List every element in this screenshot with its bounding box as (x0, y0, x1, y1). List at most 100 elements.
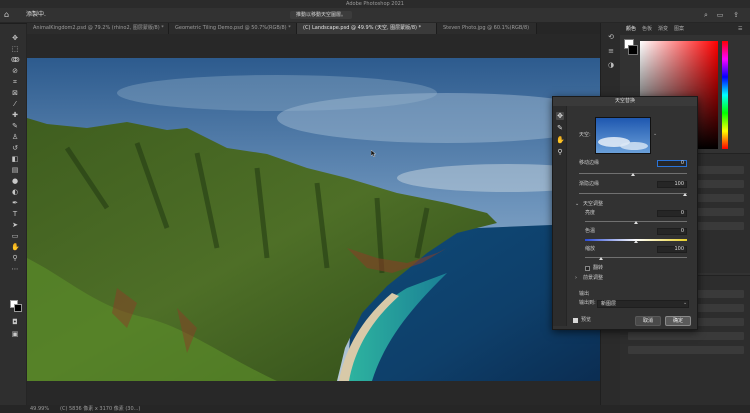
layer-row[interactable] (628, 332, 744, 340)
hue-slider[interactable] (722, 41, 728, 149)
brightness-slider[interactable] (634, 221, 638, 224)
photoshop-window: Adobe Photoshop 2021 ⌂ 添製中. 推動以移動天空圖層。 ⌕… (0, 0, 750, 413)
gradient-tool-icon[interactable]: ▤ (11, 166, 19, 174)
sky-preset-thumbnail[interactable] (595, 117, 651, 154)
screen-mode-icon[interactable]: ▣ (11, 330, 19, 338)
foreground-adjust-label[interactable]: 前景调整 (583, 275, 603, 282)
tab-patterns[interactable]: 图案 (674, 23, 684, 35)
cancel-button[interactable]: 取消 (635, 316, 661, 326)
flip-label: 翻转 (593, 265, 604, 271)
quick-mask-icon[interactable]: ◘ (11, 318, 19, 326)
lasso-tool-icon[interactable]: ↂ (11, 56, 20, 64)
app-title: Adobe Photoshop 2021 (346, 1, 404, 7)
hand-tool-icon[interactable]: ✋ (556, 136, 565, 144)
shift-edge-label: 移动边缘 (579, 160, 600, 166)
zoom-tool-icon[interactable]: ⚲ (11, 254, 19, 262)
type-tool-icon[interactable]: T (11, 210, 19, 218)
sky-preset-dropdown-icon[interactable]: ⌄ (653, 131, 657, 138)
tab-animalkingdom[interactable]: AnimalKingdom2.psd @ 79.2% (rhino2, 图层蒙版… (27, 23, 169, 34)
sky-brush-tool-icon[interactable]: ✎ (556, 124, 564, 132)
chevron-down-icon[interactable]: ⌄ (683, 300, 687, 307)
temperature-label: 色温 (585, 228, 596, 234)
adjustments-panel-icon[interactable]: ◑ (607, 61, 615, 69)
pen-tool-icon[interactable]: ✒ (11, 199, 19, 207)
color-panel-tabs: 颜色 色板 渐变 图案 ☰ (620, 23, 750, 35)
sky-label: 天空: (579, 132, 591, 138)
landscape-image[interactable] (27, 58, 600, 381)
sky-adjust-label[interactable]: 天空调整 (583, 201, 603, 208)
panel-menu-icon[interactable]: ☰ (738, 23, 742, 35)
document-info: (C) 5836 像素 x 3170 像素 (30...) (60, 406, 141, 412)
pointer-cursor-icon (371, 150, 376, 157)
brightness-field[interactable]: 0 (657, 210, 687, 217)
home-icon[interactable]: ⌂ (4, 11, 12, 19)
tab-steven-photo[interactable]: Steven Photo.jpg @ 60.1%(RGB/8) (437, 23, 537, 34)
hand-tool-icon[interactable]: ✋ (11, 243, 20, 251)
hint-message: 推動以移動天空圖層。 (290, 11, 353, 19)
fade-edge-label: 渐隐边缘 (579, 181, 600, 187)
search-icon[interactable]: ⌕ (702, 11, 710, 19)
dodge-tool-icon[interactable]: ◐ (11, 188, 19, 196)
move-tool-icon[interactable]: ✥ (11, 34, 19, 42)
zoom-level[interactable]: 49.99% (30, 405, 49, 413)
sky-replacement-dialog: 天空替换 ✥ ✎ ✋ ⚲ 天空: ⌄ 移动边缘 0 渐隐边缘 100 ⌄ 天空调… (552, 96, 698, 330)
tab-landscape[interactable]: (C) Landscape.psd @ 49.9% (天空, 图层蒙版/8) * (297, 23, 437, 34)
fade-edge-track[interactable] (579, 193, 687, 194)
dialog-tools: ✥ ✎ ✋ ⚲ (553, 106, 567, 326)
history-brush-tool-icon[interactable]: ↺ (11, 144, 19, 152)
share-icon[interactable]: ⇪ (732, 11, 740, 19)
options-status: 添製中. (26, 11, 46, 18)
panel-background-swatch[interactable] (628, 45, 638, 55)
ok-button[interactable]: 确定 (665, 316, 691, 326)
canvas-area[interactable] (27, 34, 600, 405)
crop-tool-icon[interactable]: ⌗ (11, 78, 19, 86)
background-color-swatch[interactable] (14, 304, 22, 312)
eyedropper-tool-icon[interactable]: ⁄ (11, 100, 19, 108)
temperature-field[interactable]: 0 (657, 228, 687, 235)
marquee-tool-icon[interactable]: ⬚ (11, 45, 19, 53)
scale-field[interactable]: 100 (657, 246, 687, 253)
preview-label: 预览 (581, 317, 592, 323)
tab-swatches[interactable]: 色板 (642, 23, 652, 35)
quick-select-tool-icon[interactable]: ⊘ (11, 67, 19, 75)
history-panel-icon[interactable]: ⟲ (607, 33, 615, 41)
output-label: 输出 (579, 291, 590, 297)
shift-edge-field[interactable]: 0 (657, 160, 687, 167)
path-select-tool-icon[interactable]: ➤ (11, 221, 19, 229)
tab-color[interactable]: 颜色 (626, 23, 636, 35)
frame-tool-icon[interactable]: ⊠ (11, 89, 19, 97)
output-to-select[interactable]: 新图层 (597, 300, 689, 308)
preview-checkbox[interactable] (573, 318, 578, 323)
shift-edge-slider[interactable] (631, 173, 635, 176)
healing-brush-tool-icon[interactable]: ✚ (11, 111, 19, 119)
tab-gradients[interactable]: 渐变 (658, 23, 668, 35)
status-bar: 49.99% (C) 5836 像素 x 3170 像素 (30...) (0, 405, 750, 413)
document-tabs: AnimalKingdom2.psd @ 79.2% (rhino2, 图层蒙版… (27, 23, 600, 34)
title-bar: Adobe Photoshop 2021 (0, 0, 750, 8)
clone-stamp-tool-icon[interactable]: ♙ (11, 133, 19, 141)
edit-toolbar-icon[interactable]: ⋯ (11, 265, 19, 273)
brightness-label: 亮度 (585, 210, 596, 216)
scale-label: 缩放 (585, 246, 596, 252)
flip-checkbox[interactable] (585, 266, 590, 271)
dialog-title: 天空替换 (553, 97, 697, 106)
tools-panel: ✥ ⬚ ↂ ⊘ ⌗ ⊠ ⁄ ✚ ✎ ♙ ↺ ◧ ▤ ● ◐ ✒ T ➤ ▭ ✋ … (0, 24, 27, 405)
options-bar: ⌂ 添製中. 推動以移動天空圖層。 ⌕ ▭ ⇪ (0, 8, 750, 23)
zoom-tool-icon[interactable]: ⚲ (556, 148, 564, 156)
shape-tool-icon[interactable]: ▭ (11, 232, 19, 240)
fade-edge-slider[interactable] (683, 193, 687, 196)
sky-move-tool-icon[interactable]: ✥ (556, 112, 564, 120)
layer-row[interactable] (628, 346, 744, 354)
foreground-adjust-chevron-icon[interactable]: › (575, 275, 577, 282)
eraser-tool-icon[interactable]: ◧ (11, 155, 19, 163)
properties-panel-icon[interactable]: ≡ (607, 47, 615, 55)
blur-tool-icon[interactable]: ● (11, 177, 19, 185)
sky-adjust-chevron-icon[interactable]: ⌄ (575, 201, 579, 208)
fade-edge-field[interactable]: 100 (657, 181, 687, 188)
temperature-slider[interactable] (634, 240, 638, 243)
output-to-label: 输出到: (579, 300, 596, 306)
brush-tool-icon[interactable]: ✎ (11, 122, 19, 130)
scale-slider[interactable] (599, 257, 603, 260)
workspace-icon[interactable]: ▭ (716, 11, 724, 19)
tab-geometric-tiling[interactable]: Geometric Tiling Demo.psd @ 50.7%(RGB/8)… (169, 23, 297, 34)
